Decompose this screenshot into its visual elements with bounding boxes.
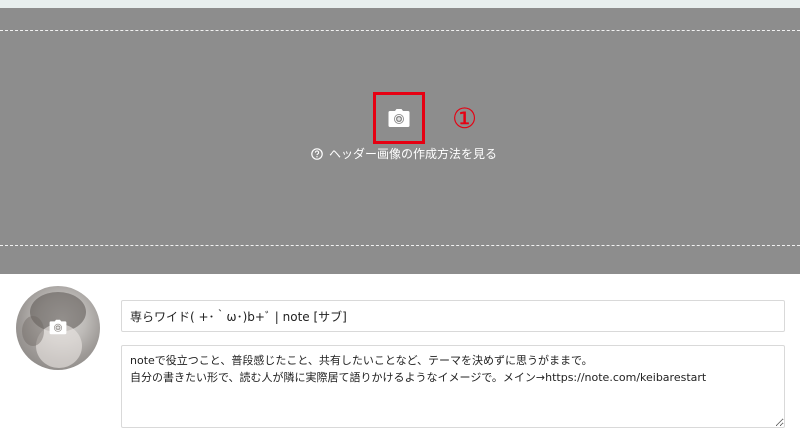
camera-plus-icon	[49, 319, 67, 335]
header-image-help-link[interactable]: ヘッダー画像の作成方法を見る	[311, 146, 497, 162]
camera-plus-icon	[388, 109, 410, 127]
profile-bio-textarea[interactable]: noteで役立つこと、普段感じたこと、共有したいことなど、テーマを決めずに思うが…	[121, 345, 785, 428]
header-image-upload-button[interactable]	[373, 92, 425, 144]
question-circle-icon	[311, 148, 323, 160]
dashed-border-bottom	[0, 245, 800, 246]
avatar-photo-shade-left	[22, 316, 44, 346]
help-link-label: ヘッダー画像の作成方法を見る	[329, 147, 498, 161]
annotation-number: ①	[452, 102, 478, 135]
profile-title-input[interactable]	[121, 300, 785, 332]
top-strip	[0, 0, 800, 8]
dashed-border-top	[0, 30, 800, 31]
avatar[interactable]	[16, 286, 100, 370]
